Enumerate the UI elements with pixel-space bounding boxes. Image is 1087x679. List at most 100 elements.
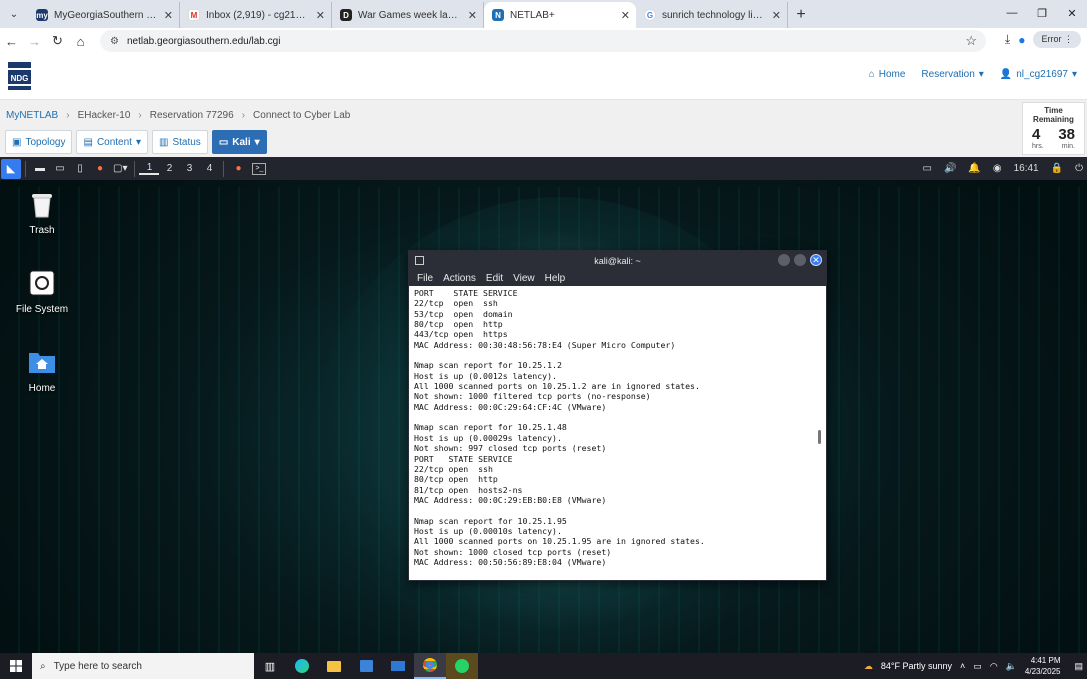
tab-close-icon[interactable]: ✕ — [621, 9, 630, 22]
mail-icon[interactable] — [382, 653, 414, 679]
desktop-icon-trash[interactable]: Trash — [7, 189, 77, 236]
nav-home[interactable]: ⌂ Home — [869, 69, 906, 80]
kali-desktop[interactable]: ◣ ▬ ▭ ▯ ● ▢▾ 1 2 3 4 ● >_ ▭ 🔊 🔔 ◉ 16:41 … — [0, 157, 1087, 653]
lock-icon[interactable]: 🔒 — [1051, 163, 1063, 174]
d2l-favicon-icon: D — [340, 9, 352, 21]
status-button[interactable]: ▥ Status — [152, 130, 208, 154]
browser-tab[interactable]: my MyGeorgiaSouthern - Universit ✕ — [28, 2, 180, 28]
taskbar-clock[interactable]: 4:41 PM 4/23/2025 — [1025, 655, 1061, 677]
wifi-icon[interactable]: ◠ — [990, 661, 998, 672]
tab-close-icon[interactable]: ✕ — [468, 9, 477, 22]
taskbar-search-box[interactable]: ⌕ Type here to search — [32, 653, 254, 679]
kali-tray: ▭ 🔊 🔔 ◉ 16:41 🔒 ⏻ — [923, 157, 1084, 180]
workspace-2[interactable]: 2 — [159, 163, 179, 174]
logout-icon[interactable]: ⏻ — [1075, 163, 1083, 174]
new-tab-plus-icon[interactable]: + — [788, 2, 814, 28]
reload-icon[interactable]: ↻ — [46, 33, 69, 49]
browser-tab-active[interactable]: N NETLAB+ ✕ — [484, 2, 636, 28]
browser-tab[interactable]: D War Games week labs - Spring ✕ — [332, 2, 484, 28]
terminal-window[interactable]: kali@kali: ~ ✕ File Actions Edit View He… — [408, 250, 827, 581]
menu-view[interactable]: View — [513, 273, 535, 284]
chevron-right-icon: › — [241, 110, 246, 121]
file-explorer-icon[interactable] — [318, 653, 350, 679]
nav-reservation[interactable]: Reservation ▾ — [921, 69, 983, 80]
maximize-icon[interactable] — [794, 254, 806, 266]
windows-start-icon[interactable] — [0, 653, 32, 679]
power-status-icon[interactable]: ◉ — [993, 163, 1002, 174]
close-window-icon[interactable]: ✕ — [1057, 0, 1087, 26]
ndg-logo[interactable]: NDG — [8, 62, 31, 92]
browser-tab[interactable]: M Inbox (2,919) - cg21697@georg ✕ — [180, 2, 332, 28]
netlab-header: NDG ⌂ Home Reservation ▾ 👤 nl_cg21697 ▾ — [0, 54, 1087, 100]
gmail-favicon-icon: M — [188, 9, 200, 21]
whatsapp-icon[interactable] — [446, 653, 478, 679]
tab-close-icon[interactable]: ✕ — [164, 9, 173, 22]
tab-search-menu-icon[interactable]: ⌄ — [0, 0, 28, 28]
terminal-launcher-icon[interactable]: ▢▾ — [110, 157, 130, 180]
chrome-icon[interactable] — [414, 653, 446, 679]
download-icon[interactable]: ⤓ — [1005, 32, 1010, 47]
file-manager-icon[interactable]: ▭ — [50, 157, 70, 180]
minutes-value: 38 — [1058, 126, 1075, 143]
url-omnibox[interactable]: ⚙ netlab.georgiasouthern.edu/lab.cgi ☆ — [100, 30, 986, 52]
minimize-icon[interactable]: — — [997, 0, 1027, 26]
desktop-icon-file-system[interactable]: File System — [7, 268, 77, 315]
tab-label: War Games week labs - Spring — [358, 9, 461, 21]
breadcrumb-mynetlab[interactable]: MyNETLAB — [6, 110, 58, 121]
notification-bell-icon[interactable]: 🔔 — [968, 163, 980, 174]
show-desktop-icon[interactable]: ▬ — [30, 157, 50, 180]
tab-close-icon[interactable]: ✕ — [772, 9, 781, 22]
tab-close-icon[interactable]: ✕ — [316, 9, 325, 22]
forward-arrow-icon[interactable]: → — [23, 34, 46, 49]
volume-icon[interactable]: 🔊 — [944, 163, 956, 174]
breadcrumb-reservation[interactable]: Reservation 77296 — [150, 110, 234, 121]
terminal-output[interactable]: PORT STATE SERVICE 22/tcp open ssh 53/tc… — [409, 286, 826, 580]
terminal-task-icon[interactable]: >_ — [252, 162, 267, 175]
firefox-task-icon[interactable]: ● — [228, 157, 248, 180]
firefox-icon[interactable]: ● — [90, 157, 110, 180]
speaker-icon[interactable]: 🔈 — [1006, 661, 1017, 672]
menu-edit[interactable]: Edit — [486, 273, 503, 284]
workspace-3[interactable]: 3 — [179, 163, 199, 174]
menu-help[interactable]: Help — [545, 273, 566, 284]
kali-clock[interactable]: 16:41 — [1014, 163, 1039, 174]
error-label: Error — [1041, 34, 1062, 44]
kali-button[interactable]: ▭ Kali ▾ — [211, 130, 267, 154]
terminal-titlebar[interactable]: kali@kali: ~ ✕ — [409, 251, 826, 270]
kali-dragon-menu-icon[interactable]: ◣ — [1, 158, 21, 179]
workspace-1[interactable]: 1 — [139, 162, 160, 175]
site-settings-icon[interactable]: ⚙ — [110, 36, 119, 47]
text-editor-icon[interactable]: ▯ — [70, 157, 90, 180]
google-favicon-icon: G — [644, 9, 656, 21]
nav-user[interactable]: 👤 nl_cg21697 ▾ — [1000, 69, 1077, 80]
close-icon[interactable]: ✕ — [810, 254, 822, 266]
edge-icon[interactable] — [286, 653, 318, 679]
display-icon[interactable]: ▭ — [923, 163, 932, 174]
menu-file[interactable]: File — [417, 273, 433, 284]
topology-button[interactable]: ▣ Topology — [5, 130, 73, 154]
breadcrumb-course[interactable]: EHacker-10 — [78, 110, 131, 121]
weather-text[interactable]: 84°F Partly sunny — [881, 661, 952, 671]
browser-tab[interactable]: G sunrich technology limited - Go ✕ — [636, 2, 788, 28]
minimize-icon[interactable] — [778, 254, 790, 266]
profile-icon[interactable]: ● — [1018, 33, 1025, 47]
home-icon[interactable]: ⌂ — [69, 34, 92, 49]
back-arrow-icon[interactable]: ← — [0, 34, 23, 49]
image-icon: ▣ — [12, 136, 22, 148]
monitor-icon: ▭ — [218, 136, 229, 148]
chevron-up-icon[interactable]: ˄ — [960, 661, 965, 671]
error-badge[interactable]: Error ⋮ — [1033, 31, 1081, 48]
task-view-icon[interactable]: ▥ — [254, 653, 286, 679]
restore-icon[interactable]: ❐ — [1027, 0, 1057, 26]
content-button[interactable]: ▤ Content ▾ — [76, 130, 148, 154]
workspace-4[interactable]: 4 — [199, 163, 219, 174]
url-text: netlab.georgiasouthern.edu/lab.cgi — [126, 35, 281, 47]
weather-icon[interactable]: ☁ — [864, 661, 873, 672]
action-center-icon[interactable]: ▤ — [1074, 661, 1083, 672]
desktop-icon-home[interactable]: Home — [7, 347, 77, 394]
bookmark-star-icon[interactable]: ☆ — [965, 33, 977, 49]
microsoft-store-icon[interactable] — [350, 653, 382, 679]
menu-actions[interactable]: Actions — [443, 273, 476, 284]
terminal-scrollbar[interactable] — [818, 430, 821, 444]
network-icon[interactable]: ▭ — [973, 661, 982, 672]
